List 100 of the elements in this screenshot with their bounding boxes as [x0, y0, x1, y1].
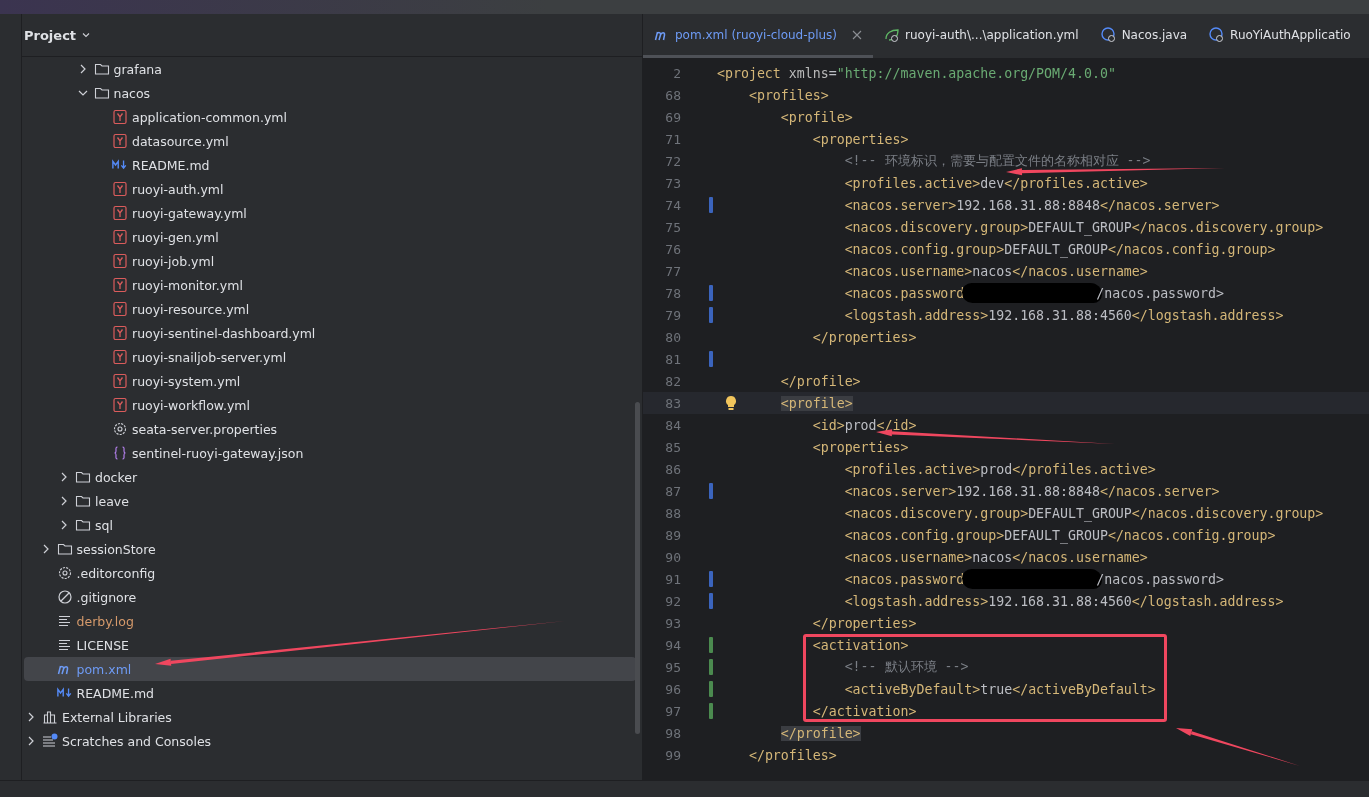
file-name: README.md	[132, 157, 210, 173]
line-number: 86	[664, 461, 681, 477]
editor-tab[interactable]: RuoYiAuthApplicatio	[1198, 14, 1362, 58]
code-line: <properties>	[811, 131, 909, 147]
line-number: 93	[664, 615, 681, 631]
editor-tab[interactable]: ruoyi-auth\...\application.yml	[873, 14, 1090, 58]
line-number: 96	[664, 681, 681, 697]
editor-tab[interactable]: pom.xml (ruoyi-cloud-plus)	[643, 14, 874, 58]
tree-item[interactable]: sessionStore	[24, 537, 636, 561]
tree-item[interactable]: ruoyi-workflow.yml	[24, 393, 636, 417]
class-icon	[1100, 26, 1117, 43]
folder-icon	[75, 493, 91, 509]
line-number: 92	[664, 593, 681, 609]
code-line: <nacos.password	[843, 571, 965, 587]
line-number: 72	[664, 153, 681, 169]
tree-item[interactable]: ruoyi-system.yml	[24, 369, 636, 393]
tree-item[interactable]: LICENSE	[24, 633, 636, 657]
line-number: 98	[664, 725, 681, 741]
tree-item[interactable]: application-common.yml	[24, 105, 636, 129]
code-line: <nacos.config.group>DEFAULT_GROUP</nacos.config.group>	[843, 527, 1276, 543]
tree-item[interactable]: ruoyi-gen.yml	[24, 225, 636, 249]
file-name: sentinel-ruoyi-gateway.json	[132, 445, 304, 461]
lightbulb-icon[interactable]	[724, 395, 738, 411]
code-line: <activeByDefault>true</activeByDefault>	[843, 681, 1156, 697]
change-marker[interactable]	[709, 307, 713, 323]
line-number: 80	[664, 329, 681, 345]
line-number: 83	[664, 395, 681, 411]
line-number: 95	[664, 659, 681, 675]
file-name: ruoyi-resource.yml	[132, 301, 250, 317]
line-number: 75	[664, 219, 681, 235]
change-marker[interactable]	[709, 637, 713, 653]
tree-item[interactable]: .editorconfig	[24, 561, 636, 585]
tree-item[interactable]: grafana	[24, 57, 636, 81]
change-marker[interactable]	[709, 197, 713, 213]
code-line: <!-- 默认环境 -->	[843, 658, 969, 676]
line-number: 97	[664, 703, 681, 719]
line-number: 99	[664, 747, 681, 763]
tree-item[interactable]: leave	[24, 489, 636, 513]
editor-tab[interactable]: Nacos.java	[1089, 14, 1199, 58]
scrollbar[interactable]	[635, 402, 640, 734]
tree-item[interactable]: Scratches and Consoles	[24, 729, 636, 753]
tree-item[interactable]: ruoyi-job.yml	[24, 249, 636, 273]
tree-item[interactable]: sentinel-ruoyi-gateway.json	[24, 441, 636, 465]
yaml-file-icon	[112, 133, 128, 149]
leaf-icon	[884, 26, 901, 43]
tree-item[interactable]: ruoyi-sentinel-dashboard.yml	[24, 321, 636, 345]
panel-title[interactable]: Project	[24, 27, 92, 43]
code-line: <profile>	[779, 109, 853, 125]
change-marker[interactable]	[709, 659, 713, 675]
file-name: ruoyi-monitor.yml	[132, 277, 243, 293]
yaml-file-icon	[112, 277, 128, 293]
yaml-file-icon	[112, 109, 128, 125]
change-marker[interactable]	[709, 285, 713, 301]
code-line: </properties>	[811, 329, 917, 345]
yaml-file-icon	[112, 301, 128, 317]
tree-item[interactable]: ruoyi-resource.yml	[24, 297, 636, 321]
change-marker[interactable]	[709, 681, 713, 697]
change-marker[interactable]	[709, 593, 713, 609]
tree-item[interactable]: nacos	[24, 81, 636, 105]
braces-icon	[112, 445, 128, 461]
tree-item[interactable]: ruoyi-snailjob-server.yml	[24, 345, 636, 369]
file-name: Scratches and Consoles	[62, 733, 212, 749]
file-name: derby.log	[76, 613, 134, 629]
tree-item[interactable]: datasource.yml	[24, 129, 636, 153]
tree-item[interactable]: seata-server.properties	[24, 417, 636, 441]
tree-item[interactable]: ruoyi-auth.yml	[24, 177, 636, 201]
file-name: .gitignore	[76, 589, 137, 605]
yaml-file-icon	[112, 253, 128, 269]
tree-item[interactable]: External Libraries	[24, 705, 636, 729]
change-marker[interactable]	[709, 351, 713, 367]
file-name: ruoyi-workflow.yml	[132, 397, 250, 413]
tree-item[interactable]: README.md	[24, 681, 636, 705]
tree-item[interactable]: ruoyi-gateway.yml	[24, 201, 636, 225]
tree-item[interactable]: pom.xml	[24, 657, 636, 681]
code-line: <!-- 环境标识，需要与配置文件的名称相对应 -->	[843, 152, 1151, 170]
tree-item[interactable]: docker	[24, 465, 636, 489]
tree-item[interactable]: .gitignore	[24, 585, 636, 609]
prohibited-icon	[56, 589, 73, 605]
chevron-down-icon[interactable]	[81, 30, 92, 40]
code-line: /nacos.password>	[1096, 285, 1224, 301]
change-marker[interactable]	[709, 703, 713, 719]
yaml-file-icon	[112, 349, 128, 365]
code-line: <nacos.config.group>DEFAULT_GROUP</nacos.config.group>	[843, 241, 1276, 257]
file-name: External Libraries	[62, 709, 172, 725]
close-icon[interactable]	[852, 29, 863, 40]
change-marker[interactable]	[709, 571, 713, 587]
code-line: <nacos.discovery.group>DEFAULT_GROUP</nacos.discovery.group>	[843, 505, 1324, 521]
tree-item[interactable]: ruoyi-monitor.yml	[24, 273, 636, 297]
folder-icon	[75, 469, 91, 485]
file-name: .editorconfig	[76, 565, 156, 581]
tree-item[interactable]: derby.log	[24, 609, 636, 633]
line-number: 91	[664, 571, 681, 587]
folder-icon	[93, 85, 110, 101]
file-name: grafana	[113, 61, 162, 77]
change-marker[interactable]	[709, 483, 713, 499]
tree-item[interactable]: README.md	[24, 153, 636, 177]
code-line: </profile>	[779, 373, 861, 389]
tree-item[interactable]: sql	[24, 513, 636, 537]
code-line: <nacos.username>nacos</nacos.username>	[843, 549, 1148, 565]
line-number: 82	[664, 373, 681, 389]
